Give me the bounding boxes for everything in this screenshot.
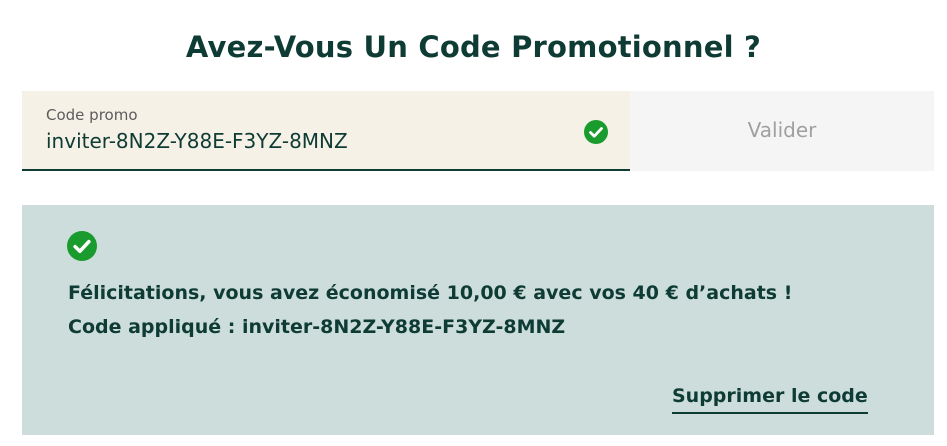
- applied-code-text: Code appliqué : inviter-8N2Z-Y88E-F3YZ-8…: [68, 316, 566, 338]
- success-message-panel: Félicitations, vous avez économisé 10,00…: [22, 205, 934, 435]
- promo-code-form: Code promo Valider: [22, 91, 934, 171]
- promo-code-field[interactable]: Code promo: [22, 91, 630, 171]
- check-circle-icon: [67, 231, 97, 261]
- remove-code-link[interactable]: Supprimer le code: [672, 385, 868, 414]
- promo-code-page: Avez-Vous Un Code Promotionnel ? Code pr…: [0, 0, 947, 446]
- promo-code-input[interactable]: [46, 129, 586, 153]
- promo-code-label: Code promo: [46, 106, 138, 124]
- check-circle-icon: [584, 120, 608, 144]
- page-title: Avez-Vous Un Code Promotionnel ?: [185, 30, 762, 64]
- validate-button[interactable]: Valider: [630, 91, 934, 171]
- savings-message: Félicitations, vous avez économisé 10,00…: [68, 282, 793, 304]
